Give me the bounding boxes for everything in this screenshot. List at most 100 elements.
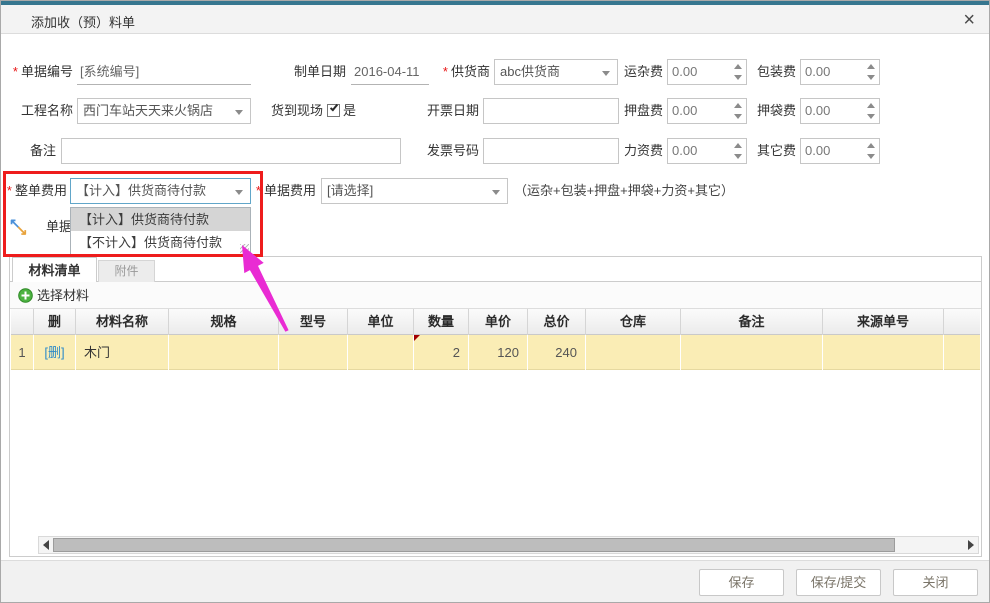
save-button[interactable]: 保存: [699, 569, 784, 596]
spinner-buttons[interactable]: [863, 139, 875, 163]
whole-fee-select[interactable]: 【计入】供货商待付款: [70, 178, 251, 204]
bill-fee-select[interactable]: [请选择]: [321, 178, 508, 204]
arrow-se-icon: ↘: [16, 222, 28, 239]
tray-fee-value: 0.00: [672, 99, 697, 123]
bag-fee-label: 押袋费: [749, 98, 796, 124]
make-date-input[interactable]: 2016-04-11: [351, 59, 429, 85]
resize-grip-icon[interactable]: [240, 244, 249, 253]
spin-up-icon[interactable]: [734, 103, 742, 108]
required-marker: *: [7, 183, 12, 198]
col-qty: 数量: [414, 309, 469, 335]
col-filler: [944, 309, 980, 335]
cell-qty[interactable]: 2: [414, 335, 469, 370]
close-button[interactable]: 关闭: [893, 569, 978, 596]
cell-total[interactable]: 240: [528, 335, 586, 370]
remark-input[interactable]: [61, 138, 401, 164]
spinner-buttons[interactable]: [730, 99, 742, 123]
project-select[interactable]: 西门车站天天来火锅店: [77, 98, 251, 124]
labor-fee-label: 力资费: [616, 138, 663, 164]
bill-no-value: [系统编号]: [80, 64, 139, 79]
cell-warehouse[interactable]: [586, 335, 681, 370]
goods-on-site-checkbox-text: 是: [343, 98, 363, 124]
save-submit-button[interactable]: 保存/提交: [796, 569, 881, 596]
bill-no-input[interactable]: [系统编号]: [77, 59, 251, 85]
spin-down-icon[interactable]: [867, 75, 875, 80]
spin-down-icon[interactable]: [734, 154, 742, 159]
cell-price[interactable]: 120: [469, 335, 528, 370]
project-label: 工程名称: [3, 98, 73, 124]
spinner-buttons[interactable]: [730, 139, 742, 163]
bag-fee-spinner[interactable]: 0.00: [800, 98, 880, 124]
material-panel: 材料清单 附件 选择材料 删 材料名称 规格 型号 单位 数量 单价 总价 仓库…: [9, 256, 982, 557]
tray-fee-spinner[interactable]: 0.00: [667, 98, 747, 124]
tab-attachment[interactable]: 附件: [98, 260, 155, 282]
cell-source-no[interactable]: [823, 335, 944, 370]
dropdown-option-exclude[interactable]: 【不计入】供货商待付款: [71, 231, 250, 254]
bill-fee-value: [请选择]: [327, 183, 373, 198]
chevron-down-icon: [235, 190, 243, 195]
scrollbar-thumb[interactable]: [53, 538, 895, 552]
spin-up-icon[interactable]: [867, 143, 875, 148]
freight-fee-spinner[interactable]: 0.00: [667, 59, 747, 85]
remark-label: 备注: [3, 138, 56, 164]
cell-index: 1: [11, 335, 34, 370]
col-unit: 单位: [348, 309, 414, 335]
labor-fee-spinner[interactable]: 0.00: [667, 138, 747, 164]
spinner-buttons[interactable]: [863, 60, 875, 84]
invoice-no-input[interactable]: [483, 138, 619, 164]
col-index: [11, 309, 34, 335]
cell-unit[interactable]: [348, 335, 414, 370]
dialog-titlebar: 添加收（预）料单 ×: [1, 5, 989, 34]
bill-no-label-text: 单据编号: [21, 64, 73, 79]
delete-row-link[interactable]: [删]: [44, 345, 64, 360]
spin-down-icon[interactable]: [867, 154, 875, 159]
fee-formula-hint: （运杂+包装+押盘+押袋+力资+其它）: [514, 178, 734, 204]
spin-down-icon[interactable]: [734, 114, 742, 119]
required-marker: *: [443, 64, 448, 79]
supplier-select[interactable]: abc供货商: [494, 59, 618, 85]
swap-arrows-icon[interactable]: ↖ ↘: [9, 217, 31, 239]
dropdown-option-include[interactable]: 【计入】供货商待付款: [71, 208, 250, 231]
bag-fee-value: 0.00: [805, 99, 830, 123]
spin-down-icon[interactable]: [867, 114, 875, 119]
add-receipt-dialog: 添加收（预）料单 × *单据编号 [系统编号] 制单日期 2016-04-11 …: [0, 0, 990, 603]
col-remark: 备注: [681, 309, 823, 335]
spin-up-icon[interactable]: [867, 103, 875, 108]
chevron-down-icon: [235, 110, 243, 115]
spin-up-icon[interactable]: [734, 64, 742, 69]
table-row[interactable]: 1 [删] 木门 2 120 240: [11, 335, 980, 370]
packing-fee-spinner[interactable]: 0.00: [800, 59, 880, 85]
spin-up-icon[interactable]: [734, 143, 742, 148]
spinner-buttons[interactable]: [863, 99, 875, 123]
cell-material-name[interactable]: 木门: [76, 335, 169, 370]
close-icon[interactable]: ×: [963, 7, 975, 33]
select-material-button[interactable]: 选择材料: [15, 285, 89, 306]
spin-up-icon[interactable]: [867, 64, 875, 69]
cell-filler: [944, 335, 980, 370]
spin-down-icon[interactable]: [734, 75, 742, 80]
invoice-date-input[interactable]: [483, 98, 619, 124]
col-warehouse: 仓库: [586, 309, 681, 335]
other-fee-spinner[interactable]: 0.00: [800, 138, 880, 164]
tab-material-list[interactable]: 材料清单: [12, 257, 97, 282]
spinner-buttons[interactable]: [730, 60, 742, 84]
grid-toolbar: 选择材料: [10, 282, 981, 309]
tray-fee-label: 押盘费: [616, 98, 663, 124]
other-fee-value: 0.00: [805, 139, 830, 163]
freight-fee-value: 0.00: [672, 60, 697, 84]
bill-no-label: *单据编号: [3, 59, 73, 85]
cell-model[interactable]: [279, 335, 348, 370]
invoice-date-label: 开票日期: [411, 98, 479, 124]
col-source-no: 来源单号: [823, 309, 944, 335]
scroll-left-icon[interactable]: [43, 540, 49, 550]
required-marker: *: [256, 183, 261, 198]
whole-fee-label: *整单费用: [3, 178, 67, 204]
scroll-right-icon[interactable]: [968, 540, 974, 550]
col-total: 总价: [528, 309, 586, 335]
goods-on-site-checkbox[interactable]: [327, 104, 340, 117]
col-delete: 删: [34, 309, 76, 335]
horizontal-scrollbar[interactable]: [38, 536, 979, 554]
cell-remark[interactable]: [681, 335, 823, 370]
cell-spec[interactable]: [169, 335, 279, 370]
required-marker: *: [13, 64, 18, 79]
